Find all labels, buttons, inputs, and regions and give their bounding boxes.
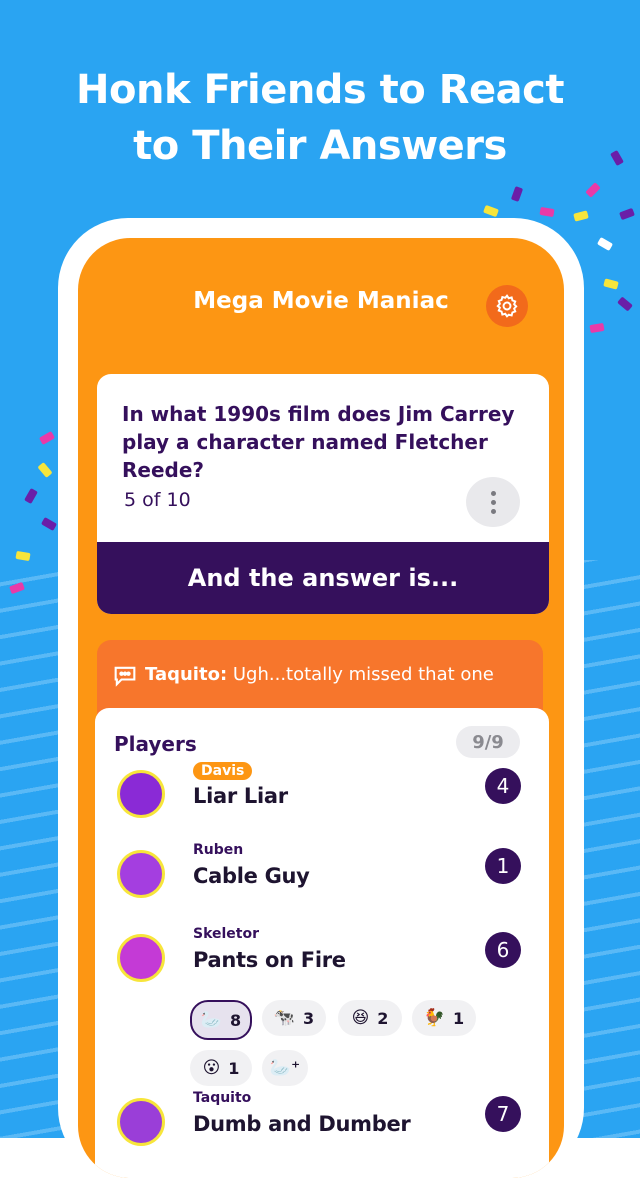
chat-message: Taquito: Ugh...totally missed that one — [145, 664, 494, 685]
more-options-button[interactable] — [466, 477, 520, 527]
confetti — [40, 517, 58, 531]
question-text: In what 1990s film does Jim Carrey play … — [122, 402, 515, 482]
confetti — [539, 206, 555, 218]
player-score: 7 — [485, 1096, 521, 1132]
confetti — [483, 204, 499, 218]
reaction-laugh-chip[interactable]: 😆 2 — [338, 1000, 402, 1036]
players-title: Players — [114, 732, 197, 756]
reaction-count: 2 — [377, 1008, 389, 1028]
question-card: In what 1990s film does Jim Carrey play … — [97, 374, 549, 614]
reaction-count: 1 — [453, 1008, 465, 1028]
goose-icon: 🦢 — [200, 1010, 223, 1030]
player-answer: Pants on Fire — [193, 948, 346, 972]
gear-icon — [496, 294, 518, 318]
players-panel: Players 9/9 Davis Liar Liar 4 Ruben Cabl… — [95, 708, 549, 1178]
player-name: Ruben — [193, 842, 244, 858]
confetti — [617, 296, 633, 312]
promo-headline: Honk Friends to React to Their Answers — [0, 62, 640, 174]
more-vertical-icon — [490, 490, 496, 496]
confetti — [38, 431, 56, 445]
rooster-icon: 🐓 — [423, 1008, 446, 1028]
confetti — [596, 237, 614, 251]
player-answer: Liar Liar — [193, 784, 288, 808]
player-name: Davis — [193, 762, 253, 780]
player-name: Skeletor — [193, 926, 260, 942]
player-score: 6 — [485, 932, 521, 968]
reaction-wow-chip[interactable]: 😮 1 — [190, 1050, 252, 1086]
avatar — [117, 770, 165, 818]
player-answer: Dumb and Dumber — [193, 1112, 411, 1136]
confetti — [37, 462, 53, 478]
chat-author: Taquito: — [145, 664, 228, 685]
player-name: Taquito — [193, 1090, 252, 1106]
confetti — [24, 487, 38, 505]
player-score: 1 — [485, 848, 521, 884]
wow-icon: 😮 — [202, 1058, 221, 1078]
players-count-badge: 9/9 — [456, 726, 520, 758]
confetti — [510, 186, 524, 202]
reaction-rooster-chip[interactable]: 🐓 1 — [412, 1000, 476, 1036]
chat-bubble-icon — [114, 666, 136, 687]
more-vertical-icon — [490, 499, 496, 505]
confetti — [585, 182, 601, 198]
cow-icon: 🐄 — [273, 1008, 296, 1028]
headline-line-2: to Their Answers — [133, 123, 507, 169]
reaction-count: 8 — [230, 1010, 242, 1030]
laugh-icon: 😆 — [351, 1008, 370, 1028]
reaction-count: 1 — [228, 1058, 240, 1078]
reaction-cow-chip[interactable]: 🐄 3 — [262, 1000, 326, 1036]
reaction-goose-chip[interactable]: 🦢 8 — [190, 1000, 252, 1040]
confetti — [589, 322, 605, 334]
settings-button[interactable] — [486, 285, 528, 327]
add-goose-icon: 🦢⁺ — [269, 1058, 301, 1078]
confetti — [619, 207, 635, 221]
player-score: 4 — [485, 768, 521, 804]
chat-text: Ugh...totally missed that one — [227, 664, 494, 685]
app-screen: Mega Movie Maniac In what 1990s film doe… — [78, 238, 564, 1178]
confetti — [573, 210, 589, 222]
avatar — [117, 850, 165, 898]
player-answer: Cable Guy — [193, 864, 310, 888]
more-vertical-icon — [490, 508, 496, 514]
avatar — [117, 1098, 165, 1146]
headline-line-1: Honk Friends to React — [76, 67, 564, 113]
question-progress: 5 of 10 — [124, 489, 191, 511]
reaction-count: 3 — [303, 1008, 315, 1028]
add-reaction-button[interactable]: 🦢⁺ — [262, 1050, 308, 1086]
confetti — [603, 278, 619, 290]
avatar — [117, 934, 165, 982]
reveal-answer-button[interactable]: And the answer is... — [97, 542, 549, 614]
